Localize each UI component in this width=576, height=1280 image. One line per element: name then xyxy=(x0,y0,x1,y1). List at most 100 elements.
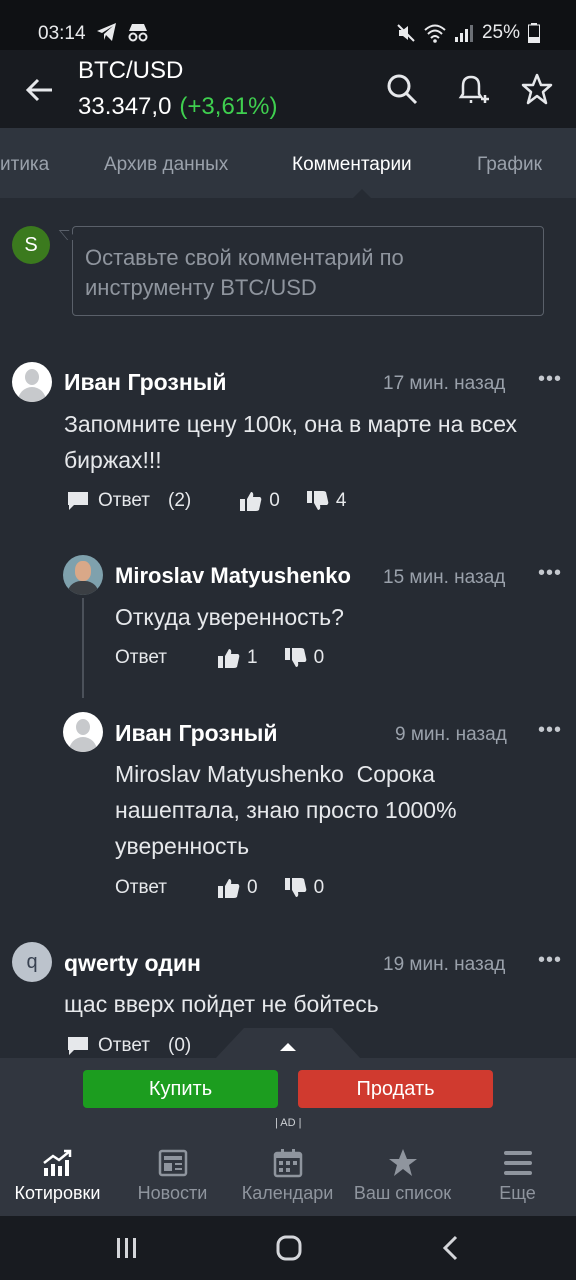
thumbs-down-icon xyxy=(284,878,306,897)
reply-bubble-icon xyxy=(68,1037,88,1055)
sell-button[interactable]: Продать xyxy=(298,1070,493,1108)
tab-analytics[interactable]: итика xyxy=(0,154,49,176)
active-tab-indicator xyxy=(353,189,371,198)
reply-button[interactable]: Ответ xyxy=(115,647,167,669)
system-back-icon[interactable] xyxy=(440,1234,462,1262)
incognito-icon xyxy=(128,24,148,42)
reply-button[interactable]: Ответ xyxy=(115,877,167,899)
like-count: 0 xyxy=(269,490,280,511)
chart-up-icon xyxy=(42,1149,71,1176)
nav-quotes[interactable]: Котировки xyxy=(0,1140,115,1216)
instrument-header: BTC/USD 33.347,0 (+3,61%) xyxy=(0,50,576,128)
comment-text: Miroslav Matyushenko Сорока нашептала, з… xyxy=(115,761,463,859)
price-row: 33.347,0 (+3,61%) xyxy=(78,93,277,121)
comment-actions: Ответ (0) xyxy=(66,1035,191,1057)
like-button[interactable]: 0 xyxy=(217,877,258,899)
nav-label: Календари xyxy=(241,1183,334,1203)
price-change: (+3,61%) xyxy=(179,93,278,120)
mute-icon xyxy=(397,24,415,42)
dislike-button[interactable]: 0 xyxy=(284,877,325,899)
my-avatar: S xyxy=(12,226,50,264)
comment-text: Запомните цену 100к, она в марте на всех… xyxy=(64,411,518,473)
bottom-nav: Котировки Новости Календари Ваш список Е… xyxy=(0,1140,576,1216)
dislike-count: 0 xyxy=(313,877,325,898)
system-navigation-bar xyxy=(0,1216,576,1280)
like-count: 1 xyxy=(247,647,258,668)
thumbs-down-icon xyxy=(284,648,306,667)
reply-count: (0) xyxy=(168,1035,192,1056)
menu-icon xyxy=(503,1151,532,1175)
more-options-icon[interactable]: ••• xyxy=(538,368,562,391)
comment-actions: Ответ 1 0 xyxy=(115,647,324,669)
thread-line xyxy=(82,598,84,698)
dislike-button[interactable]: 0 xyxy=(284,647,325,669)
more-options-icon[interactable]: ••• xyxy=(538,949,562,972)
reply-button[interactable]: Ответ (0) xyxy=(66,1035,191,1057)
like-button[interactable]: 0 xyxy=(239,490,280,512)
comment-time: 17 мин. назад xyxy=(383,373,506,394)
thumbs-up-icon xyxy=(218,649,240,668)
star-watchlist-icon[interactable] xyxy=(520,72,554,106)
recent-apps-icon[interactable] xyxy=(114,1236,140,1260)
tab-data-archive[interactable]: Архив данных xyxy=(104,154,228,176)
battery-icon xyxy=(528,23,540,43)
comment-input[interactable]: Оставьте свой комментарий по инструменту… xyxy=(72,226,544,316)
comment-time: 15 мин. назад xyxy=(383,567,506,588)
nav-label: Ваш список xyxy=(353,1183,452,1203)
newspaper-icon xyxy=(158,1149,187,1177)
comment-actions: Ответ (2) 0 4 xyxy=(66,490,346,512)
calendar-icon xyxy=(273,1149,302,1178)
nav-label: Новости xyxy=(137,1183,208,1203)
like-button[interactable]: 1 xyxy=(217,647,258,669)
avatar[interactable]: q xyxy=(12,942,52,982)
signal-icon xyxy=(454,25,473,42)
dislike-count: 0 xyxy=(313,647,325,668)
thumbs-down-icon xyxy=(306,491,329,510)
tab-chart[interactable]: График xyxy=(477,154,542,176)
ad-label: | AD | xyxy=(275,1117,302,1129)
comment-author[interactable]: qwerty один xyxy=(64,950,201,977)
comment-actions: Ответ 0 0 xyxy=(115,877,324,899)
battery-percent: 25% xyxy=(481,22,520,43)
status-time: 03:14 xyxy=(38,23,86,44)
reply-label: Ответ xyxy=(98,1035,150,1056)
dislike-button[interactable]: 4 xyxy=(306,490,347,512)
nav-label: Еще xyxy=(499,1183,536,1203)
avatar[interactable] xyxy=(63,555,103,595)
comment-text: щас вверх пойдет не бойтесь xyxy=(64,991,379,1017)
add-alert-bell-icon[interactable] xyxy=(455,72,489,106)
reply-count: (2) xyxy=(168,490,192,511)
star-icon xyxy=(388,1149,417,1176)
nav-watchlist[interactable]: Ваш список xyxy=(345,1140,460,1216)
dislike-count: 4 xyxy=(335,490,347,511)
like-count: 0 xyxy=(247,877,258,898)
avatar[interactable] xyxy=(12,362,52,402)
instrument-title: BTC/USD xyxy=(78,57,184,84)
nav-more[interactable]: Еще xyxy=(460,1140,575,1216)
nav-news[interactable]: Новости xyxy=(115,1140,230,1216)
instrument-price: 33.347,0 xyxy=(78,93,172,120)
buy-button[interactable]: Купить xyxy=(83,1070,278,1108)
reply-label: Ответ xyxy=(98,490,150,511)
section-tabs: итика Архив данных Комментарии График xyxy=(0,128,576,198)
nav-calendars[interactable]: Календари xyxy=(230,1140,345,1216)
tab-comments[interactable]: Комментарии xyxy=(292,154,412,176)
comment-author[interactable]: Miroslav Matyushenko xyxy=(115,563,351,589)
telegram-icon xyxy=(97,23,116,41)
thumbs-up-icon xyxy=(240,492,262,511)
search-icon[interactable] xyxy=(385,72,419,106)
status-bar: 03:14 25% xyxy=(0,0,576,50)
reply-bubble-icon xyxy=(68,492,88,510)
back-arrow-icon[interactable] xyxy=(22,72,58,108)
home-icon[interactable] xyxy=(275,1234,303,1262)
comment-author[interactable]: Иван Грозный xyxy=(115,720,278,747)
expand-panel-tab[interactable] xyxy=(214,1028,362,1060)
avatar[interactable] xyxy=(63,712,103,752)
comment-time: 19 мин. назад xyxy=(383,954,506,975)
comment-time: 9 мин. назад xyxy=(395,724,507,745)
reply-button[interactable]: Ответ (2) xyxy=(66,490,191,512)
more-options-icon[interactable]: ••• xyxy=(538,719,562,742)
more-options-icon[interactable]: ••• xyxy=(538,562,562,585)
comment-author[interactable]: Иван Грозный xyxy=(64,369,227,396)
thumbs-up-icon xyxy=(218,879,240,898)
